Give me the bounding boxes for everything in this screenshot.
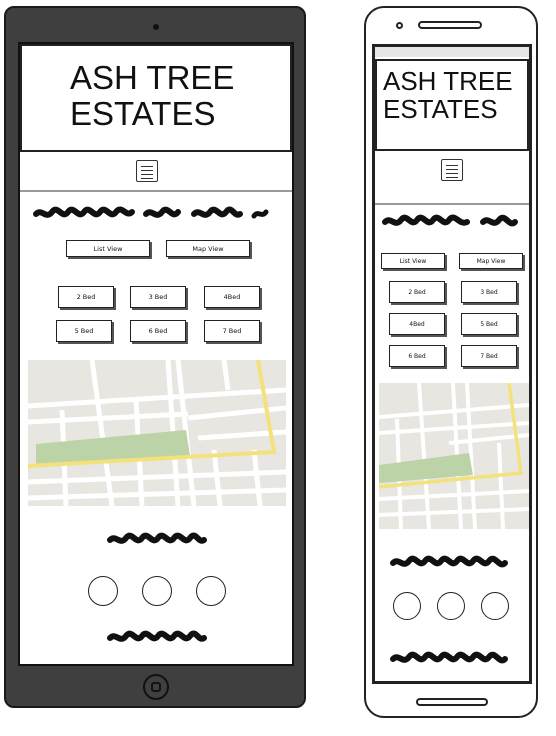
map[interactable] — [379, 383, 529, 529]
filter-5-bed-button[interactable]: 5 Bed — [56, 320, 112, 342]
placeholder-text-scribble — [107, 532, 207, 544]
filter-2-bed-button[interactable]: 2 Bed — [58, 286, 114, 308]
filter-6-bed-button[interactable]: 6 Bed — [389, 345, 445, 367]
header: ASH TREE ESTATES — [20, 44, 292, 152]
camera-icon — [396, 22, 403, 29]
carousel-dot[interactable] — [196, 576, 226, 606]
home-indicator[interactable] — [416, 698, 488, 706]
carousel-dot[interactable] — [142, 576, 172, 606]
map-view-button[interactable]: Map View — [459, 253, 523, 269]
home-button-icon[interactable] — [143, 674, 169, 700]
map-view-button[interactable]: Map View — [166, 240, 250, 257]
placeholder-text-scribble — [390, 555, 508, 568]
map[interactable] — [28, 360, 286, 506]
carousel-dot[interactable] — [481, 592, 509, 620]
app-title: ASH TREE ESTATES — [383, 66, 513, 125]
camera-icon — [153, 24, 159, 30]
hamburger-menu-icon[interactable] — [136, 160, 158, 182]
divider — [20, 190, 292, 192]
list-view-button[interactable]: List View — [66, 240, 150, 257]
list-view-button[interactable]: List View — [381, 253, 445, 269]
filter-6-bed-button[interactable]: 6 Bed — [130, 320, 186, 342]
filter-7-bed-button[interactable]: 7 Bed — [204, 320, 260, 342]
filter-7-bed-button[interactable]: 7 Bed — [461, 345, 517, 367]
placeholder-text-scribble — [107, 630, 207, 642]
status-bar — [375, 47, 529, 57]
filter-3-bed-button[interactable]: 3 Bed — [461, 281, 517, 303]
tablet-screen: ASH TREE ESTATES List View Map View 2 Be… — [18, 42, 294, 666]
filter-2-bed-button[interactable]: 2 Bed — [389, 281, 445, 303]
filter-4-bed-button[interactable]: 4Bed — [204, 286, 260, 308]
placeholder-text-scribble — [33, 206, 269, 219]
filter-5-bed-button[interactable]: 5 Bed — [461, 313, 517, 335]
carousel-dot[interactable] — [437, 592, 465, 620]
tablet-device: ASH TREE ESTATES List View Map View 2 Be… — [4, 6, 306, 708]
header: ASH TREE ESTATES — [375, 59, 529, 151]
app-title: ASH TREE ESTATES — [70, 59, 235, 132]
filter-4-bed-button[interactable]: 4Bed — [389, 313, 445, 335]
divider — [375, 203, 529, 205]
carousel-dot[interactable] — [393, 592, 421, 620]
hamburger-menu-icon[interactable] — [441, 159, 463, 181]
speaker-grille — [418, 21, 482, 29]
carousel-dot[interactable] — [88, 576, 118, 606]
placeholder-text-scribble — [390, 651, 508, 664]
phone-device: ASH TREE ESTATES List View Map View 2 Be… — [364, 6, 538, 718]
placeholder-text-scribble — [382, 214, 518, 227]
phone-screen: ASH TREE ESTATES List View Map View 2 Be… — [372, 44, 532, 684]
filter-3-bed-button[interactable]: 3 Bed — [130, 286, 186, 308]
